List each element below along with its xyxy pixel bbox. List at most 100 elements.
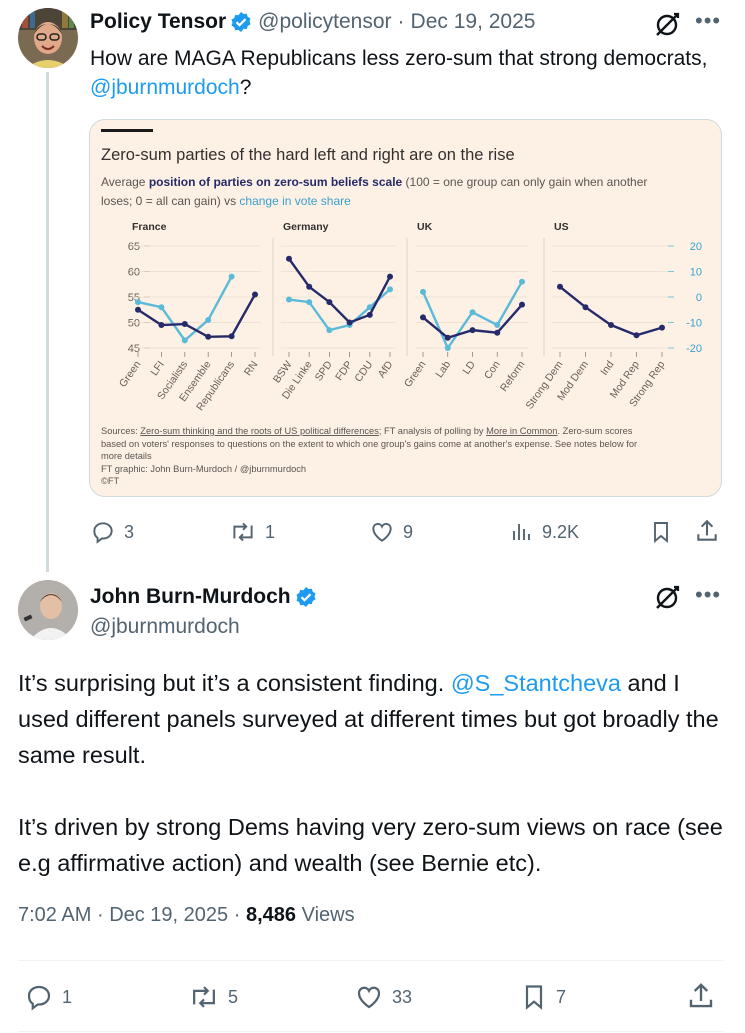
point-vote-change [494,322,501,329]
x-tick-label: Lab [433,359,453,380]
avatar-image [18,580,78,640]
more-icon[interactable]: ••• [695,582,721,608]
more-icon[interactable]: ••• [695,8,721,34]
x-tick-label: RN [242,359,261,378]
point-vote-change [286,296,292,303]
reply-count: 1 [62,986,73,1007]
reply-icon [93,522,113,544]
bookmark-icon [654,522,668,544]
sources-link1: Zero-sum thinking and the roots of US po… [140,426,379,436]
point-vote-change [326,327,333,334]
like-button[interactable]: 9 [369,519,413,545]
x-tick-label: SPD [313,358,335,383]
chart-sources-line1: Sources: Zero-sum thinking and the roots… [101,426,633,436]
repost-button[interactable]: 5 [188,982,238,1012]
point-zero-sum [582,304,589,311]
like-icon [357,986,381,1009]
repost-icon [233,522,253,542]
chart-image-card[interactable]: Zero-sum parties of the hard left and ri… [89,119,722,497]
y-tick-label-left: 50 [128,318,140,330]
series-line-zero-sum [288,258,392,324]
reply-icon [27,985,51,1011]
chart-plots: 656055504520100-10-20FranceGreen LFISocia… [117,221,702,413]
repost-button[interactable]: 1 [229,519,275,545]
chart-subtitle-line1: Average position of parties on zero-sum … [101,175,647,189]
subtitle-series1: position of parties on zero-sum beliefs … [149,175,403,189]
y-tick-label-left: 65 [128,241,140,253]
point-vote-change [228,273,235,280]
like-count: 33 [392,986,413,1007]
divider [18,960,723,961]
y-tick-label-right: 10 [690,267,702,279]
chart-svg: Zero-sum parties of the hard left and ri… [101,129,702,486]
point-zero-sum [469,327,476,334]
views-icon [513,524,530,540]
reply-button[interactable]: 3 [90,519,134,545]
avatar-john-burn-murdoch[interactable] [18,580,78,640]
share-button[interactable] [694,518,728,544]
chart-credit: FT graphic: John Burn-Murdoch / @jburnmu… [101,464,306,474]
point-zero-sum [346,319,353,326]
chart-sources-line3: more details [101,451,152,461]
mention-link[interactable]: @S_Stantcheva [451,670,621,696]
display-name[interactable]: Policy Tensor [90,10,226,34]
views-button[interactable]: 9.2K [510,519,579,545]
point-vote-change [469,309,476,316]
tweet2-header: John Burn-Murdoch [90,585,317,609]
point-vote-change [420,288,426,295]
sources-label: Sources: [101,426,140,436]
grok-icon[interactable] [652,583,682,613]
like-count: 9 [403,521,414,542]
subtitle-series2: change in vote share [239,194,351,208]
grok-icon[interactable] [652,10,682,40]
x-tick-label: AfD [376,359,396,381]
avatar-policy-tensor[interactable] [18,8,78,68]
chart-copyright: ©FT [101,476,120,486]
subtitle-mid: (100 = one group can only gain when anot… [402,175,647,189]
handle[interactable]: @policytensor [258,10,391,34]
series-line-vote-change [137,276,233,343]
mention-link[interactable]: @jburnmurdoch [90,76,240,99]
point-vote-change [306,299,313,306]
repost-icon [193,986,215,1008]
tweet-paragraph: It’s driven by strong Dems having very z… [18,814,723,876]
tweet-metadata: 7:02 AM · Dec 19, 2025 · 8,486 Views [18,904,355,927]
x-tick-label: LFI [148,359,167,378]
point-zero-sum [252,291,258,298]
display-name[interactable]: John Burn-Murdoch [90,585,291,609]
point-zero-sum [659,324,665,331]
panel-title: Germany [283,221,329,233]
avatar-image [18,8,78,68]
point-zero-sum [494,329,501,336]
point-vote-change [158,304,165,311]
y-tick-label-right: 0 [696,292,702,304]
thread-connector-line [46,72,49,572]
reply-button[interactable]: 1 [24,982,72,1012]
views-label: Views [301,904,355,926]
bookmark-count: 7 [556,986,567,1007]
point-zero-sum [228,333,235,340]
tweet-text-part: ? [239,76,252,99]
bookmark-button[interactable]: 7 [520,982,566,1012]
chart-subtitle-line2: loses; 0 = all can gain) vs change in vo… [101,194,351,208]
share-button[interactable] [686,981,724,1011]
point-zero-sum [608,322,614,329]
ft-brand-bar [101,129,153,132]
tweet-date[interactable]: Dec 19, 2025 [109,904,228,926]
point-zero-sum [306,283,313,290]
point-zero-sum [158,322,165,329]
views-count: 8,486 [245,904,297,926]
handle[interactable]: @jburnmurdoch [90,615,240,639]
y-tick-label-right: -10 [686,318,702,330]
like-button[interactable]: 33 [354,982,412,1012]
repost-count: 5 [228,986,239,1007]
x-tick-label: Green [402,359,429,390]
point-zero-sum [519,301,525,308]
tweet1-header: Policy Tensor @policytensor · Dec 19, 20… [90,10,535,34]
bookmark-button[interactable] [649,519,681,545]
point-vote-change [181,337,188,344]
tweet-time[interactable]: 7:02 AM [18,904,91,926]
x-tick-label: Strong Dem [523,359,565,412]
point-vote-change [205,316,212,323]
tweet-date[interactable]: Dec 19, 2025 [411,10,536,34]
